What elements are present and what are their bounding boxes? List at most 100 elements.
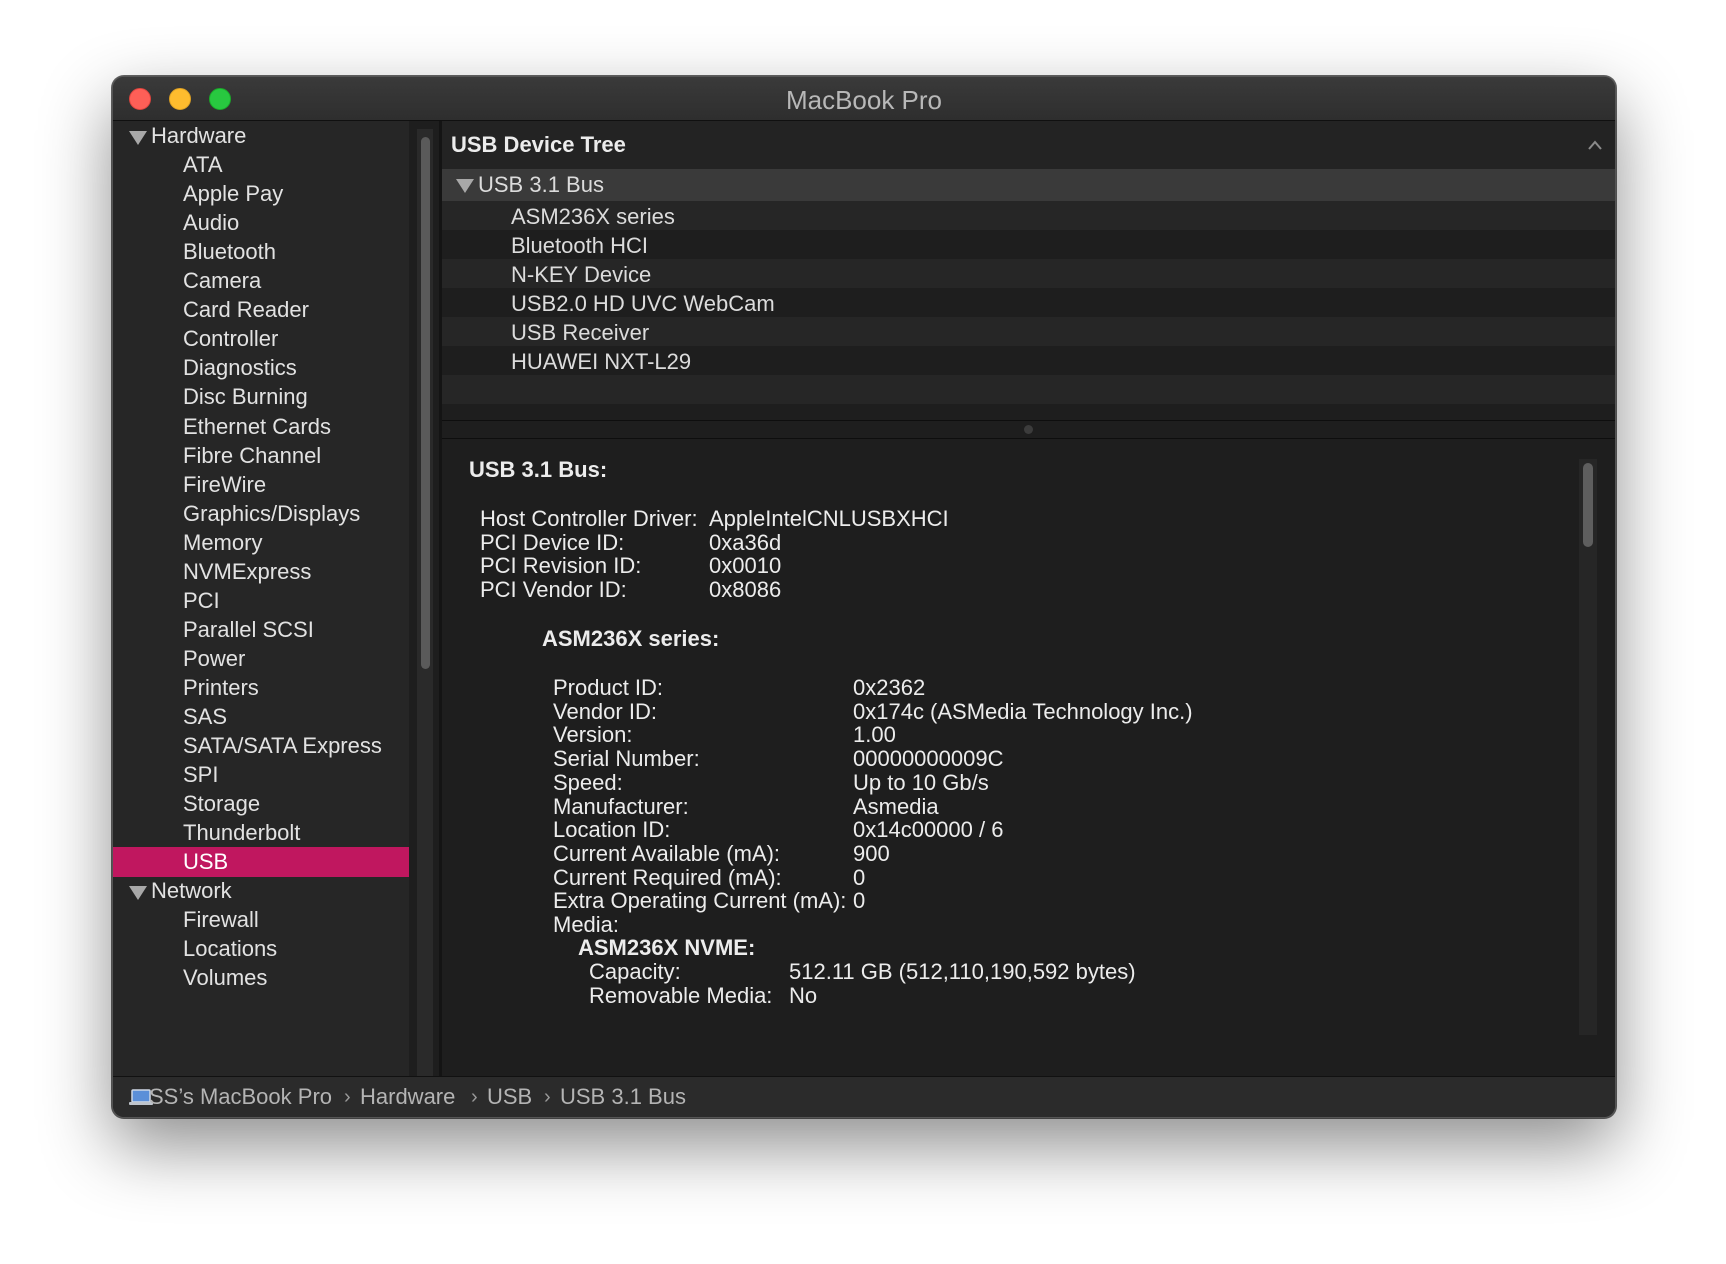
sidebar-item-firewall[interactable]: Firewall bbox=[113, 905, 409, 935]
sidebar-group-network[interactable]: Network bbox=[113, 876, 409, 906]
sidebar-item-apple-pay[interactable]: Apple Pay bbox=[113, 179, 409, 209]
disclosure-triangle-icon[interactable] bbox=[456, 179, 474, 193]
sidebar-item-label: Storage bbox=[183, 791, 261, 816]
window-title: MacBook Pro bbox=[785, 85, 943, 115]
property-value: 0x14c00000 / 6 bbox=[853, 817, 1004, 843]
tree-row-label: HUAWEI NXT-L29 bbox=[511, 349, 692, 374]
breadcrumb-item[interactable]: Hardware bbox=[360, 1077, 455, 1117]
sidebar-item-label: Controller bbox=[183, 326, 279, 351]
sidebar-item-parallel-scsi[interactable]: Parallel SCSI bbox=[113, 615, 409, 645]
tree-row-label: USB Receiver bbox=[511, 320, 650, 345]
tree-row-label: Bluetooth HCI bbox=[511, 233, 648, 258]
sidebar-item-card-reader[interactable]: Card Reader bbox=[113, 295, 409, 325]
property-value: 0x174c (ASMedia Technology Inc.) bbox=[853, 698, 1193, 724]
sidebar-item-label: Graphics/Displays bbox=[183, 501, 361, 526]
sidebar-item-locations[interactable]: Locations bbox=[113, 934, 409, 964]
sidebar-item-fibre-channel[interactable]: Fibre Channel bbox=[113, 441, 409, 471]
property-value: Up to 10 Gb/s bbox=[853, 769, 989, 795]
chevron-right-icon: › bbox=[344, 1086, 351, 1108]
tree-row-device[interactable]: HUAWEI NXT-L29 bbox=[442, 346, 1615, 378]
breadcrumb-item[interactable]: USB bbox=[487, 1077, 532, 1117]
property-value: AppleIntelCNLUSBXHCI bbox=[709, 506, 949, 531]
property-key: Current Required (mA): bbox=[553, 864, 782, 890]
sidebar-item-power[interactable]: Power bbox=[113, 644, 409, 674]
sidebar-item-label: FireWire bbox=[183, 472, 267, 497]
tree-row-device[interactable]: N-KEY Device bbox=[442, 259, 1615, 291]
property-key: Serial Number: bbox=[553, 746, 700, 772]
device-section-title: ASM236X series: bbox=[542, 626, 720, 651]
sidebar-item-volumes[interactable]: Volumes bbox=[113, 963, 409, 993]
sidebar-item-audio[interactable]: Audio bbox=[113, 208, 409, 238]
property-key: Removable Media: bbox=[589, 982, 773, 1008]
breadcrumb-item[interactable]: SS’s MacBook Pro bbox=[149, 1077, 332, 1117]
sidebar-item-memory[interactable]: Memory bbox=[113, 528, 409, 558]
tree-row-label: N-KEY Device bbox=[511, 262, 652, 287]
property-key: Host Controller Driver: bbox=[480, 506, 698, 531]
sidebar-item-controller[interactable]: Controller bbox=[113, 324, 409, 354]
sidebar-item-label: SATA/SATA Express bbox=[183, 733, 382, 758]
tree-row-label: USB2.0 HD UVC WebCam bbox=[511, 291, 775, 316]
sidebar-item-label: USB bbox=[183, 849, 229, 874]
property-value: 0xa36d bbox=[709, 529, 782, 555]
sidebar-item-bluetooth[interactable]: Bluetooth bbox=[113, 237, 409, 267]
sidebar-scrollbar[interactable] bbox=[417, 129, 433, 1077]
tree-row-device[interactable]: USB Receiver bbox=[442, 317, 1615, 349]
sidebar-item-graphics-displays[interactable]: Graphics/Displays bbox=[113, 499, 409, 529]
sidebar-item-label: Fibre Channel bbox=[183, 443, 322, 468]
collapse-chevron-icon[interactable] bbox=[1587, 139, 1603, 151]
tree-row-usb-bus[interactable]: USB 3.1 Bus bbox=[442, 169, 1615, 201]
sidebar-item-label: SAS bbox=[183, 704, 228, 729]
sidebar-item-diagnostics[interactable]: Diagnostics bbox=[113, 353, 409, 383]
property-value: No bbox=[789, 982, 818, 1008]
detail-scroll-thumb[interactable] bbox=[1583, 463, 1593, 547]
tree-row-device[interactable]: Bluetooth HCI bbox=[442, 230, 1615, 262]
property-value: 00000000009C bbox=[853, 746, 1004, 772]
sidebar-item-sata-sata-express[interactable]: SATA/SATA Express bbox=[113, 731, 409, 761]
sidebar-item-ethernet-cards[interactable]: Ethernet Cards bbox=[113, 412, 409, 442]
disclosure-triangle-icon[interactable] bbox=[129, 131, 147, 145]
property-key: Capacity: bbox=[589, 959, 681, 984]
property-value: 1.00 bbox=[853, 722, 896, 748]
sidebar-item-disc-burning[interactable]: Disc Burning bbox=[113, 382, 409, 412]
tree-row-label: ASM236X series bbox=[511, 204, 675, 229]
breadcrumb-item[interactable]: USB 3.1 Bus bbox=[560, 1077, 686, 1117]
sidebar-item-sas[interactable]: SAS bbox=[113, 702, 409, 732]
sidebar-item-label: Parallel SCSI bbox=[183, 617, 314, 642]
property-key: Version: bbox=[553, 722, 633, 748]
sidebar-item-label: Camera bbox=[183, 268, 262, 293]
sidebar-item-spi[interactable]: SPI bbox=[113, 760, 409, 790]
title-bar: MacBook Pro bbox=[113, 77, 1615, 121]
property-key: PCI Device ID: bbox=[480, 529, 625, 555]
detail-scrollbar[interactable] bbox=[1579, 459, 1597, 1035]
sidebar-item-thunderbolt[interactable]: Thunderbolt bbox=[113, 818, 409, 848]
sidebar-item-firewire[interactable]: FireWire bbox=[113, 470, 409, 500]
main-pane: USB Device Tree USB 3.1 Bus ASM236X seri… bbox=[442, 121, 1615, 1076]
sidebar-scroll-thumb[interactable] bbox=[421, 137, 430, 669]
tree-empty-row bbox=[442, 375, 1615, 404]
property-key: Current Available (mA): bbox=[553, 840, 781, 866]
divider-handle[interactable] bbox=[1024, 425, 1033, 434]
tree-row-device[interactable]: USB2.0 HD UVC WebCam bbox=[442, 288, 1615, 320]
sidebar-group-hardware[interactable]: Hardware bbox=[113, 121, 409, 151]
sidebar-item-usb[interactable]: USB bbox=[113, 847, 409, 877]
sidebar-group-label: Hardware bbox=[151, 123, 247, 148]
sidebar-item-storage[interactable]: Storage bbox=[113, 789, 409, 819]
sidebar-item-pci[interactable]: PCI bbox=[113, 586, 409, 616]
sidebar-item-printers[interactable]: Printers bbox=[113, 673, 409, 703]
disclosure-triangle-icon[interactable] bbox=[129, 886, 147, 900]
device-tree-header: USB Device Tree bbox=[442, 121, 1615, 169]
tree-row-device[interactable]: ASM236X series bbox=[442, 201, 1615, 233]
sidebar-item-nvmexpress[interactable]: NVMExpress bbox=[113, 557, 409, 587]
sidebar-item-ata[interactable]: ATA bbox=[113, 150, 409, 180]
sidebar-item-camera[interactable]: Camera bbox=[113, 266, 409, 296]
detail-pane: USB 3.1 Bus: Host Controller Driver: Apple… bbox=[442, 439, 1615, 1076]
bus-section-title: USB 3.1 Bus: bbox=[469, 457, 608, 482]
sidebar-item-label: SPI bbox=[183, 762, 219, 787]
sidebar-item-label: Diagnostics bbox=[183, 355, 297, 380]
property-key: Extra Operating Current (mA): bbox=[553, 888, 847, 914]
split-view-divider[interactable] bbox=[442, 420, 1615, 439]
property-key: Vendor ID: bbox=[553, 698, 657, 724]
property-key: Manufacturer: bbox=[553, 793, 689, 819]
property-key: Speed: bbox=[553, 769, 623, 795]
sidebar-item-label: Printers bbox=[183, 675, 259, 700]
